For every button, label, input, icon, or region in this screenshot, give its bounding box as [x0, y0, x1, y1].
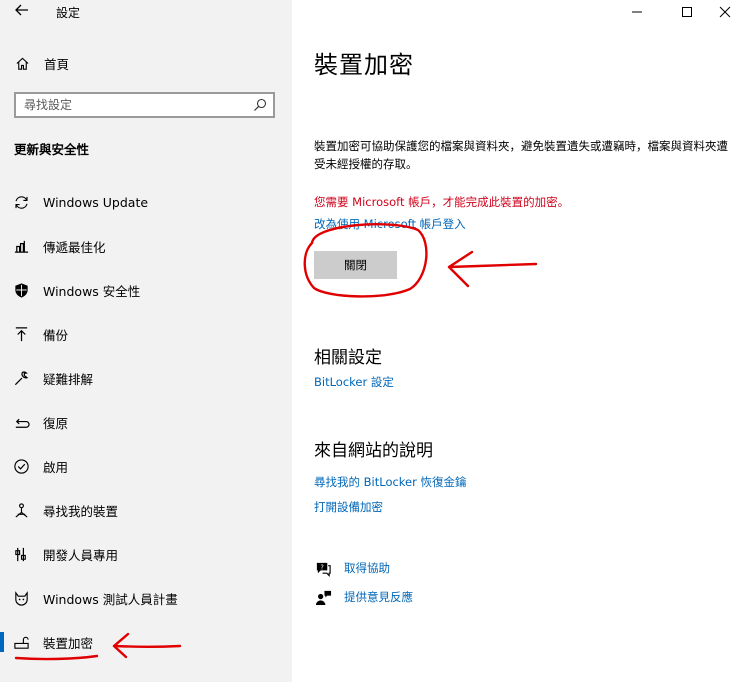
- home-icon: [14, 55, 30, 71]
- sidebar: 設定 首頁 更新與安全性 Windows Update 傳遞最佳化 Window…: [0, 0, 292, 682]
- minimize-button[interactable]: [622, 0, 652, 24]
- warning-text: 您需要 Microsoft 帳戶，才能完成此裝置的加密。: [314, 195, 570, 209]
- sidebar-item-label: 備份: [43, 327, 69, 343]
- turn-on-device-encryption-link[interactable]: 打開設備加密: [314, 499, 383, 515]
- back-button[interactable]: [10, 2, 34, 24]
- sidebar-item-backup[interactable]: 備份: [0, 315, 292, 353]
- sync-icon: [12, 193, 30, 211]
- maximize-icon: [682, 7, 692, 17]
- search-icon[interactable]: [253, 98, 267, 112]
- bitlocker-settings-link[interactable]: BitLocker 設定: [314, 374, 394, 390]
- get-help-label: 取得協助: [344, 561, 390, 575]
- close-icon: [719, 6, 731, 18]
- sidebar-item-windows-security[interactable]: Windows 安全性: [0, 271, 292, 309]
- svg-text:?: ?: [320, 563, 324, 571]
- sidebar-item-label: Windows 安全性: [43, 283, 141, 299]
- give-feedback-label: 提供意見反應: [344, 590, 413, 604]
- app-title: 設定: [56, 6, 81, 20]
- minimize-icon: [632, 11, 642, 13]
- sidebar-item-label: 開發人員專用: [43, 547, 119, 563]
- sidebar-item-for-developers[interactable]: 開發人員專用: [0, 535, 292, 573]
- sidebar-item-label: 裝置加密: [43, 635, 94, 651]
- shield-icon: [12, 281, 30, 299]
- web-help-heading: 來自網站的說明: [314, 441, 433, 461]
- arrow-left-icon: [15, 4, 28, 16]
- sidebar-item-label: Windows 測試人員計畫: [43, 591, 178, 607]
- settings-search[interactable]: [14, 92, 275, 118]
- developer-icon: [12, 545, 30, 563]
- help-chat-icon: ?: [314, 559, 332, 577]
- home-nav[interactable]: 首頁: [14, 53, 69, 73]
- sidebar-item-label: 疑難排解: [43, 371, 94, 387]
- search-input[interactable]: [24, 94, 244, 116]
- section-heading: 更新與安全性: [14, 142, 90, 157]
- backup-arrow-icon: [12, 325, 30, 343]
- device-encryption-icon: [12, 633, 30, 651]
- sidebar-item-label: Windows Update: [43, 194, 149, 210]
- wrench-icon: [12, 369, 30, 387]
- sidebar-item-label: 傳遞最佳化: [43, 239, 106, 255]
- home-label: 首頁: [44, 56, 70, 72]
- maximize-button[interactable]: [672, 0, 702, 24]
- turn-off-button[interactable]: 關閉: [314, 251, 397, 279]
- get-help-link[interactable]: ? 取得協助: [314, 558, 390, 578]
- sidebar-item-delivery-optimization[interactable]: 傳遞最佳化: [0, 227, 292, 265]
- page-title: 裝置加密: [314, 51, 414, 79]
- sidebar-item-windows-insider[interactable]: Windows 測試人員計畫: [0, 579, 292, 617]
- recovery-icon: [12, 413, 30, 431]
- find-device-icon: [12, 501, 30, 519]
- sidebar-item-label: 啟用: [43, 459, 69, 475]
- sidebar-item-label: 尋找我的裝置: [43, 503, 119, 519]
- sidebar-item-troubleshoot[interactable]: 疑難排解: [0, 359, 292, 397]
- sidebar-item-device-encryption[interactable]: 裝置加密: [0, 623, 292, 661]
- feedback-icon: [314, 588, 332, 606]
- delivery-optimization-icon: [12, 237, 30, 255]
- main-content: 裝置加密 裝置加密可協助保護您的檔案與資料夾，避免裝置遺失或遭竊時，檔案與資料夾…: [292, 0, 740, 682]
- find-bitlocker-recovery-key-link[interactable]: 尋找我的 BitLocker 恢復金鑰: [314, 474, 467, 490]
- description-text: 裝置加密可協助保護您的檔案與資料夾，避免裝置遺失或遭竊時，檔案與資料夾遭受未經授…: [314, 139, 728, 171]
- sidebar-item-activation[interactable]: 啟用: [0, 447, 292, 485]
- insider-cat-icon: [12, 589, 30, 607]
- give-feedback-link[interactable]: 提供意見反應: [314, 587, 413, 607]
- sidebar-item-recovery[interactable]: 復原: [0, 403, 292, 441]
- sidebar-item-windows-update[interactable]: Windows Update: [0, 183, 292, 221]
- close-window-button[interactable]: [710, 0, 740, 24]
- switch-to-microsoft-account-link[interactable]: 改為使用 Microsoft 帳戶登入: [314, 216, 466, 232]
- sidebar-item-find-my-device[interactable]: 尋找我的裝置: [0, 491, 292, 529]
- related-settings-heading: 相關設定: [314, 348, 382, 368]
- check-circle-icon: [12, 457, 30, 475]
- sidebar-item-label: 復原: [43, 415, 69, 431]
